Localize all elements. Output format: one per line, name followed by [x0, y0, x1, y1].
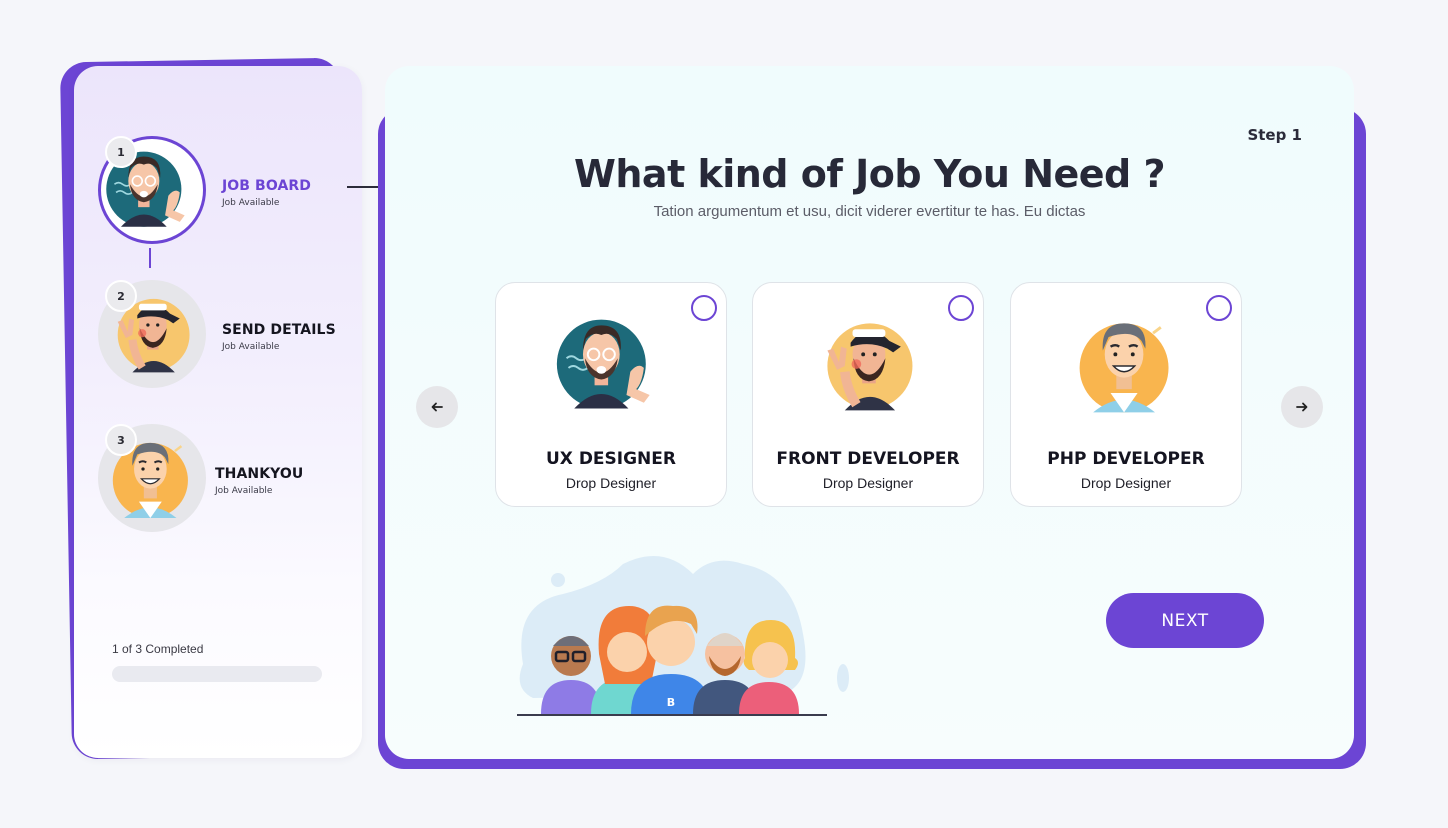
step-subtitle: Job Available [222, 198, 280, 208]
step-item-send-details[interactable]: 2 SEND DETAILS Job Available [98, 280, 358, 390]
job-card-ux-designer[interactable]: UX DESIGNER Drop Designer [495, 282, 727, 507]
step-connector-line [149, 248, 151, 268]
next-button[interactable]: NEXT [1106, 593, 1264, 648]
job-title: FRONT DEVELOPER [776, 449, 960, 469]
step-item-thankyou[interactable]: 3 THANKYOU Job Available [98, 424, 358, 534]
job-selection-panel: Step 1 What kind of Job You Need ? Tatio… [385, 66, 1354, 759]
team-illustration: B [517, 556, 849, 716]
carousel-next-button[interactable] [1281, 386, 1323, 428]
step-indicator: Step 1 [1247, 126, 1302, 144]
job-title: PHP DEVELOPER [1047, 449, 1205, 469]
php-developer-avatar-icon [1068, 311, 1184, 419]
step-title: JOB BOARD [222, 178, 311, 194]
progress-bar [112, 666, 322, 682]
front-developer-avatar-icon [810, 311, 926, 419]
job-radio[interactable] [691, 295, 717, 321]
job-radio[interactable] [948, 295, 974, 321]
job-title: UX DESIGNER [545, 449, 676, 469]
carousel-prev-button[interactable] [416, 386, 458, 428]
page-title: What kind of Job You Need ? [573, 152, 1166, 196]
step-number-badge: 3 [105, 424, 137, 456]
step-title: SEND DETAILS [222, 322, 336, 338]
step-title: THANKYOU [215, 466, 304, 482]
step-item-job-board[interactable]: 1 JOB BOARD Job Available [98, 136, 358, 246]
job-card-front-developer[interactable]: FRONT DEVELOPER Drop Designer [752, 282, 984, 507]
svg-text:B: B [667, 696, 675, 709]
step-subtitle: Job Available [215, 486, 273, 496]
progress-label: 1 of 3 Completed [112, 642, 204, 656]
job-subtitle: Drop Designer [822, 475, 914, 491]
page-subtitle: Tation argumentum et usu, dicit viderer … [653, 203, 1086, 220]
step-number-badge: 1 [105, 136, 137, 168]
steps-sidebar: 1 JOB BOARD Job Available 2 SEND DETAILS… [74, 66, 362, 758]
arrow-right-icon [1296, 402, 1308, 412]
job-subtitle: Drop Designer [565, 475, 657, 491]
step-subtitle: Job Available [222, 342, 280, 352]
job-subtitle: Drop Designer [1080, 475, 1172, 491]
job-card-php-developer[interactable]: PHP DEVELOPER Drop Designer [1010, 282, 1242, 507]
arrow-left-icon [431, 402, 443, 412]
step-number-badge: 2 [105, 280, 137, 312]
ux-designer-avatar-icon [553, 311, 669, 419]
job-radio[interactable] [1206, 295, 1232, 321]
